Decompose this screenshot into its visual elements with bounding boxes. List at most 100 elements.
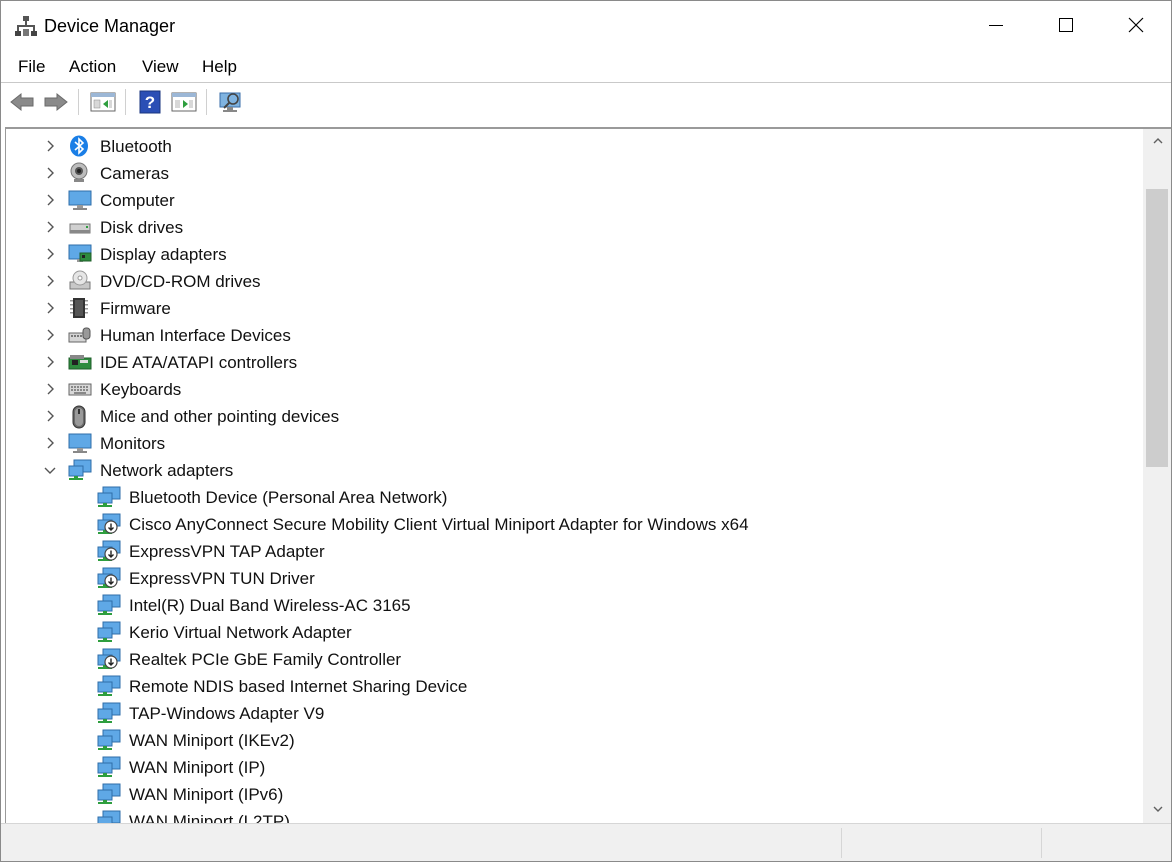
tree-device-row[interactable]: Realtek PCIe GbE Family Controller — [6, 646, 1142, 673]
device-manager-window: Device Manager File Action View Help ? B… — [0, 0, 1172, 862]
tree-item-label: TAP-Windows Adapter V9 — [129, 704, 325, 723]
tree-device-row[interactable]: WAN Miniport (IKEv2) — [6, 727, 1142, 754]
tree-category-row[interactable]: Display adapters — [6, 241, 1142, 268]
menu-view[interactable]: View — [142, 56, 179, 78]
scroll-up-button[interactable] — [1143, 129, 1171, 153]
tree-category-row[interactable]: Keyboards — [6, 376, 1142, 403]
close-button[interactable] — [1101, 1, 1171, 49]
tree-item-label: Intel(R) Dual Band Wireless-AC 3165 — [129, 596, 411, 615]
menu-file[interactable]: File — [18, 56, 45, 78]
tree-category-row[interactable]: Human Interface Devices — [6, 322, 1142, 349]
expand-chevron-icon[interactable] — [43, 139, 57, 153]
device-tree-view[interactable]: Bluetooth Cameras Computer Disk drives Displ… — [5, 127, 1171, 823]
help-icon: ? — [139, 90, 161, 114]
tree-item-label: Display adapters — [100, 245, 227, 264]
tree-device-row[interactable]: Kerio Virtual Network Adapter — [6, 619, 1142, 646]
expand-chevron-icon[interactable] — [43, 382, 57, 396]
help-button[interactable]: ? — [136, 88, 164, 116]
expand-chevron-icon[interactable] — [43, 274, 57, 288]
tree-item-label: WAN Miniport (IP) — [129, 758, 266, 777]
tree-category-row[interactable]: Monitors — [6, 430, 1142, 457]
minimize-icon — [989, 25, 1003, 26]
tree-item-label: Disk drives — [100, 218, 184, 237]
window-title: Device Manager — [44, 16, 176, 36]
back-button[interactable] — [8, 88, 36, 116]
tree-category-row[interactable]: DVD/CD-ROM drives — [6, 268, 1142, 295]
scroll-down-button[interactable] — [1143, 797, 1171, 821]
computer-icon — [68, 189, 92, 211]
status-pane — [841, 828, 842, 858]
tree-category-row[interactable]: Computer — [6, 187, 1142, 214]
menu-action[interactable]: Action — [69, 56, 116, 78]
tree-category-row[interactable]: Bluetooth — [6, 133, 1142, 160]
tree-category-row[interactable]: Cameras — [6, 160, 1142, 187]
tree-device-row[interactable]: Intel(R) Dual Band Wireless-AC 3165 — [6, 592, 1142, 619]
tree-device-row[interactable]: WAN Miniport (IPv6) — [6, 781, 1142, 808]
network-adapter-icon — [97, 486, 121, 508]
properties-button[interactable] — [89, 88, 117, 116]
tree-device-row[interactable]: WAN Miniport (L2TP) — [6, 808, 1142, 823]
forward-icon — [44, 92, 68, 112]
scroll-thumb[interactable] — [1146, 189, 1168, 467]
tree-item-label: DVD/CD-ROM drives — [100, 272, 261, 291]
keyboard-icon — [68, 378, 92, 400]
network-adapter-icon — [97, 702, 121, 724]
tree-item-label: Network adapters — [100, 461, 234, 480]
tree-category-row[interactable]: IDE ATA/ATAPI controllers — [6, 349, 1142, 376]
status-bar — [1, 823, 1171, 861]
update-driver-icon — [171, 92, 197, 112]
firmware-chip-icon — [68, 297, 92, 319]
toolbar-separator — [78, 89, 79, 115]
tree-item-label: Kerio Virtual Network Adapter — [129, 623, 352, 642]
vertical-scrollbar[interactable] — [1143, 129, 1171, 823]
tree-item-label: IDE ATA/ATAPI controllers — [100, 353, 298, 372]
tree-item-label: Bluetooth — [100, 137, 172, 156]
network-adapter-disabled-icon — [97, 648, 121, 670]
network-adapter-disabled-icon — [97, 540, 121, 562]
collapse-chevron-icon[interactable] — [43, 463, 57, 477]
tree-category-row[interactable]: Disk drives — [6, 214, 1142, 241]
scan-hardware-button[interactable] — [217, 88, 245, 116]
expand-chevron-icon[interactable] — [43, 301, 57, 315]
forward-button[interactable] — [42, 88, 70, 116]
expand-chevron-icon[interactable] — [43, 355, 57, 369]
minimize-button[interactable] — [961, 1, 1031, 49]
tree-item-label: WAN Miniport (L2TP) — [129, 812, 290, 823]
network-adapter-icon — [97, 783, 121, 805]
display-adapter-icon — [68, 243, 92, 265]
tree-device-row[interactable]: Cisco AnyConnect Secure Mobility Client … — [6, 511, 1142, 538]
expand-chevron-icon[interactable] — [43, 220, 57, 234]
title-bar[interactable]: Device Manager — [1, 1, 1171, 49]
expand-chevron-icon[interactable] — [43, 436, 57, 450]
hid-icon — [68, 324, 92, 346]
tree-category-row[interactable]: Network adapters — [6, 457, 1142, 484]
tree-device-row[interactable]: TAP-Windows Adapter V9 — [6, 700, 1142, 727]
tree-device-row[interactable]: Remote NDIS based Internet Sharing Devic… — [6, 673, 1142, 700]
network-adapter-icon — [97, 810, 121, 823]
network-adapter-icon — [97, 594, 121, 616]
monitor-icon — [68, 432, 92, 454]
expand-chevron-icon[interactable] — [43, 409, 57, 423]
expand-chevron-icon[interactable] — [43, 166, 57, 180]
tree-item-label: Cisco AnyConnect Secure Mobility Client … — [129, 515, 749, 534]
properties-icon — [90, 92, 116, 112]
update-driver-button[interactable] — [170, 88, 198, 116]
tree-item-label: ExpressVPN TAP Adapter — [129, 542, 325, 561]
menu-help[interactable]: Help — [202, 56, 237, 78]
tree-device-row[interactable]: Bluetooth Device (Personal Area Network) — [6, 484, 1142, 511]
tree-device-row[interactable]: ExpressVPN TAP Adapter — [6, 538, 1142, 565]
tree-category-row[interactable]: Firmware — [6, 295, 1142, 322]
toolbar-separator — [125, 89, 126, 115]
maximize-button[interactable] — [1031, 1, 1101, 49]
tree-device-row[interactable]: ExpressVPN TUN Driver — [6, 565, 1142, 592]
expand-chevron-icon[interactable] — [43, 193, 57, 207]
network-adapter-icon — [68, 459, 92, 481]
network-adapter-disabled-icon — [97, 513, 121, 535]
tree-device-row[interactable]: WAN Miniport (IP) — [6, 754, 1142, 781]
device-tree: Bluetooth Cameras Computer Disk drives Displ… — [6, 129, 1142, 823]
network-adapter-icon — [97, 756, 121, 778]
expand-chevron-icon[interactable] — [43, 328, 57, 342]
tree-category-row[interactable]: Mice and other pointing devices — [6, 403, 1142, 430]
expand-chevron-icon[interactable] — [43, 247, 57, 261]
scroll-down-icon — [1153, 806, 1162, 812]
